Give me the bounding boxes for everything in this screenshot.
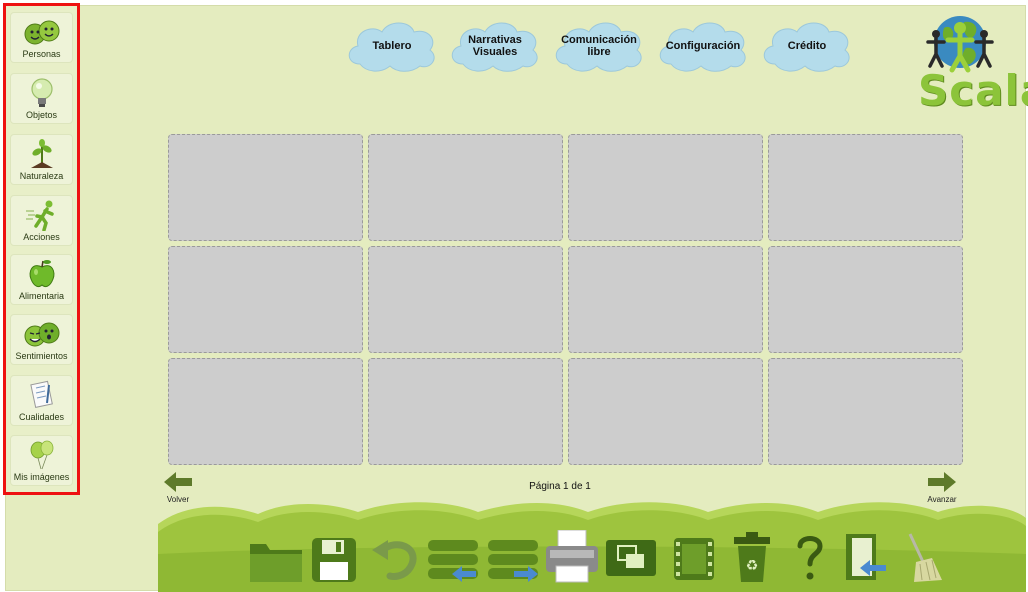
sidebar-item-cualidades[interactable]: Cualidades [10,375,73,426]
menu-credito-button[interactable]: Crédito [759,18,855,74]
sidebar-item-alimentaria[interactable]: Alimentaria [10,254,73,305]
svg-text:♻: ♻ [746,558,759,574]
move-rows-right-icon [488,540,538,582]
sidebar-item-label: Objetos [25,110,58,120]
undo-button[interactable] [368,530,418,584]
sidebar-item-naturaleza[interactable]: Naturaleza [10,134,73,185]
emotion-faces-icon [11,318,72,350]
move-rows-right-button[interactable] [486,530,540,584]
save-icon [312,538,356,582]
board-cell[interactable] [168,134,363,241]
board-cell[interactable] [768,358,963,465]
broom-icon [908,533,942,582]
board-cell[interactable] [368,358,563,465]
board-cell[interactable] [568,246,763,353]
menu-label: Crédito [787,40,827,52]
arrow-right-icon [928,472,956,492]
scala-logo: Scala [914,14,1028,115]
undo-icon [372,540,417,580]
menu-label: Tablero [372,40,412,52]
sidebar-item-label: Mis imágenes [13,472,70,482]
sidebar-item-mis-imagenes[interactable]: Mis imágenes [10,435,73,486]
recycle-bin-icon: ♻ [734,532,770,582]
board-cell[interactable] [168,358,363,465]
menu-tablero-button[interactable]: Tablero [344,18,440,74]
help-button[interactable] [792,530,828,584]
logo-text: Scala [918,66,1028,115]
clear-board-button[interactable] [902,530,952,584]
exit-button[interactable] [842,530,890,584]
open-folder-button[interactable] [248,530,304,584]
swap-icon [606,540,656,576]
open-folder-icon [250,544,302,582]
sidebar-item-label: Sentimientos [15,351,68,361]
menu-comunicacion-libre-button[interactable]: Comunicación libre [551,18,647,74]
people-faces-icon [11,16,72,48]
category-sidebar: Personas Objetos Naturaleza Acciones Ali… [3,3,80,495]
pictogram-board [168,134,964,466]
menu-label: Comunicación libre [561,34,637,58]
sidebar-item-label: Acciones [23,232,60,242]
swap-button[interactable] [604,530,658,584]
board-cell[interactable] [368,246,563,353]
menu-configuracion-button[interactable]: Configuración [655,18,751,74]
globe-people-icon [926,16,994,73]
move-rows-left-icon [428,540,478,582]
apple-icon [11,258,72,290]
checklist-icon [11,379,72,411]
sidebar-item-label: Alimentaria [18,291,65,301]
app-window: Personas Objetos Naturaleza Acciones Ali… [0,0,1028,592]
sidebar-item-personas[interactable]: Personas [10,12,73,63]
plant-sprout-icon [11,138,72,170]
arrow-left-icon [164,472,192,492]
film-button[interactable] [672,530,716,584]
print-button[interactable] [544,529,600,584]
page-indicator: Página 1 de 1 [529,481,591,492]
sidebar-item-sentimientos[interactable]: Sentimientos [10,314,73,365]
exit-icon [846,534,886,580]
sidebar-item-objetos[interactable]: Objetos [10,73,73,124]
recycle-bin-button[interactable]: ♻ [730,530,774,584]
board-cell[interactable] [568,358,763,465]
board-cell[interactable] [768,246,963,353]
sidebar-item-label: Personas [22,49,61,59]
menu-label: Narrativas Visuales [468,34,522,58]
move-rows-left-button[interactable] [426,530,480,584]
sidebar-item-acciones[interactable]: Acciones [10,195,73,246]
film-icon [674,538,714,580]
balloons-icon [11,439,72,471]
lightbulb-icon [11,77,72,109]
help-icon [797,536,823,580]
menu-label: Configuración [665,40,741,52]
sidebar-item-label: Cualidades [18,412,65,422]
running-figure-icon [11,199,72,231]
save-button[interactable] [310,530,358,584]
sidebar-item-label: Naturaleza [19,171,64,181]
board-cell[interactable] [368,134,563,241]
board-cell[interactable] [168,246,363,353]
board-cell[interactable] [768,134,963,241]
print-icon [546,529,598,583]
menu-narrativas-visuales-button[interactable]: Narrativas Visuales [447,18,543,74]
board-cell[interactable] [568,134,763,241]
